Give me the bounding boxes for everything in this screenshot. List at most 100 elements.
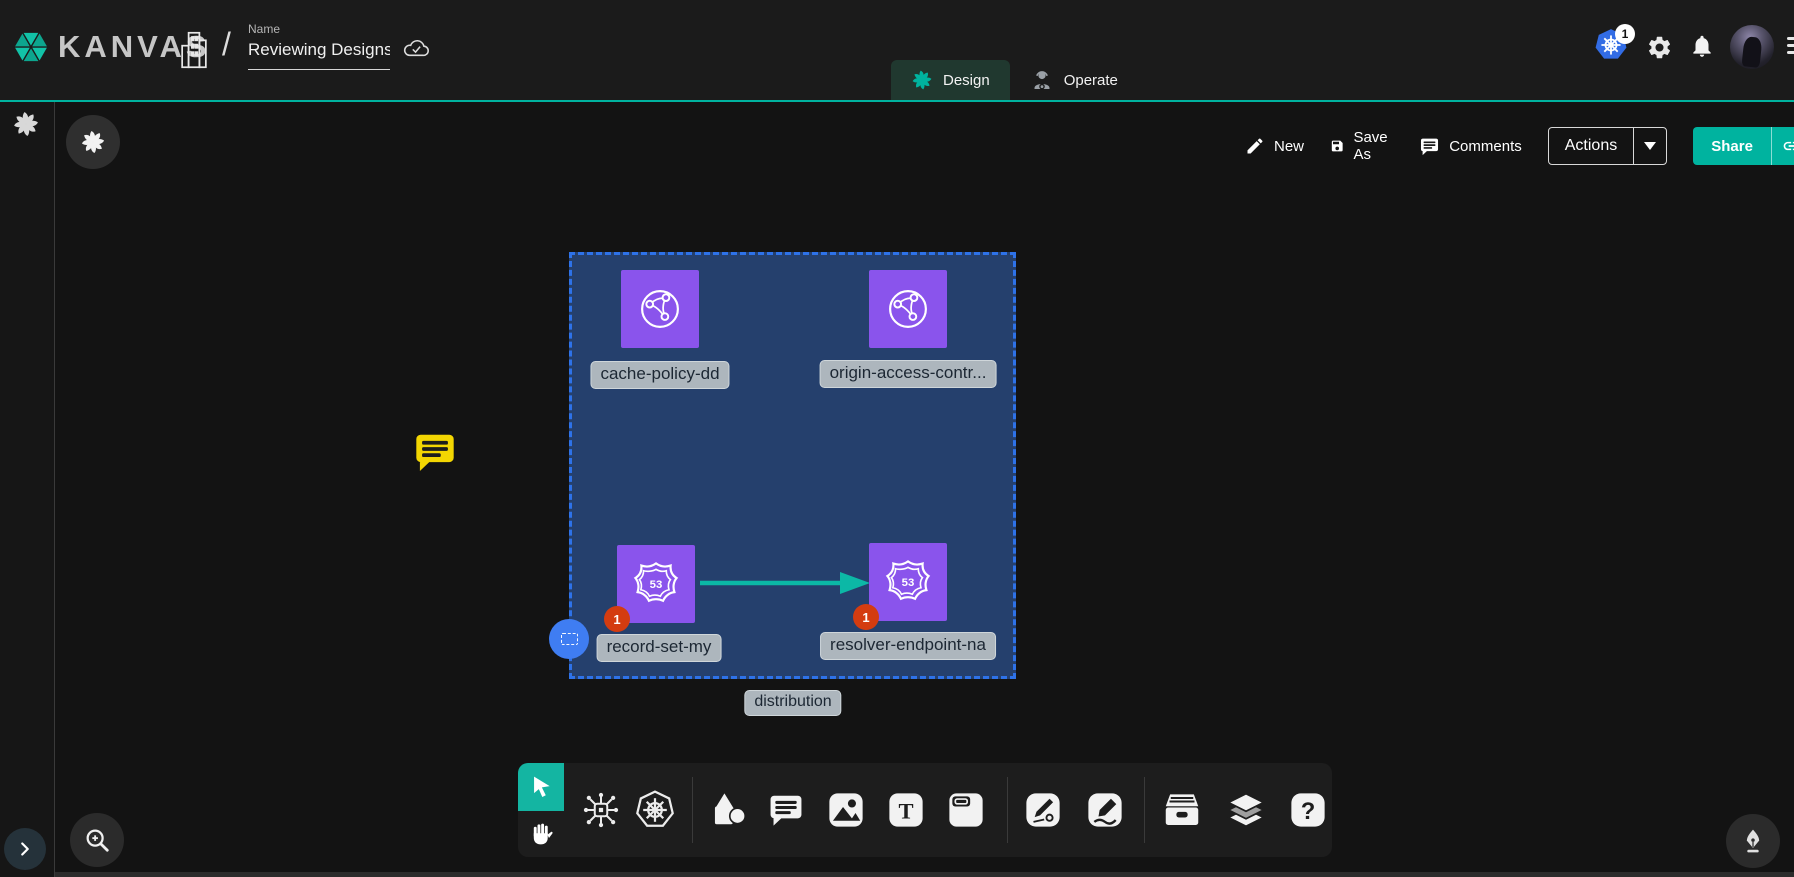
bell-icon[interactable] [1689,33,1715,64]
bottom-toolbar: T [518,763,1332,857]
pen-icon [1024,791,1062,829]
tab-design-label: Design [943,72,990,89]
save-icon [1330,136,1344,156]
shapes-tool[interactable] [705,787,751,833]
help-tool[interactable]: ? [1285,787,1331,833]
kubernetes-context-count-badge: 1 [1615,24,1635,44]
operator-icon [1030,68,1054,92]
question-mark-icon: ? [1289,791,1327,829]
component-mesh-tool[interactable] [578,787,624,833]
caret-down-icon[interactable] [1634,128,1666,164]
node-resolver-endpoint[interactable] [869,543,947,621]
cloudfront-globe-icon [882,283,934,335]
comment-pin-icon [412,428,458,476]
node-cache-policy[interactable] [621,270,699,348]
node-origin-access-control[interactable] [869,270,947,348]
svg-text:?: ? [1301,798,1316,825]
component-mesh-icon [581,790,621,830]
node-label-record-set[interactable]: record-set-my [597,634,722,662]
text-icon: T [887,791,925,829]
comments-button[interactable]: Comments [1419,136,1522,157]
image-icon [827,791,865,829]
comment-tool[interactable] [763,787,809,833]
zoom-in-button[interactable] [70,813,124,867]
design-pinwheel-icon [911,69,933,91]
breadcrumb-separator: / [222,26,231,63]
layers-icon [1226,790,1266,830]
select-tool[interactable] [518,763,564,811]
selection-handle-icon [561,633,578,645]
pen-tool[interactable] [1020,787,1066,833]
comment-pin[interactable] [412,428,458,481]
comment-icon [767,791,805,829]
sketch-tool[interactable] [1082,787,1128,833]
gear-icon[interactable] [1646,34,1673,66]
canvas-pinwheel-button[interactable] [66,115,120,169]
meshery-pinwheel-icon[interactable] [12,110,40,143]
comments-button-label: Comments [1449,138,1522,155]
drawer-icon [1162,790,1202,830]
cloud-sync-check-icon[interactable] [401,37,431,64]
mode-tabs: Design Operate [891,60,1138,100]
error-count-badge: 1 [853,604,879,630]
layers-tool[interactable] [1223,787,1269,833]
toolbar-divider [692,777,693,843]
design-name-input[interactable] [248,36,390,70]
route53-shield-icon [882,556,934,608]
tab-design[interactable]: Design [891,60,1010,100]
sketch-pencil-icon [1086,791,1124,829]
copy-link-icon[interactable] [1772,127,1794,165]
share-button[interactable]: Share [1693,127,1794,165]
new-button-label: New [1274,138,1304,155]
edge-record-set-to-resolver[interactable] [698,569,874,597]
pen-nib-icon [1739,827,1767,855]
saved-designs-drawer-tool[interactable] [1159,787,1205,833]
kanvas-logo-icon [12,27,50,67]
text-tool[interactable]: T [883,787,929,833]
organization-building-icon[interactable] [180,29,208,76]
sticky-frame-icon [947,791,985,829]
comment-icon [1419,136,1440,157]
image-tool[interactable] [823,787,869,833]
tab-operate-label: Operate [1064,72,1118,89]
app-root: KANVAS / Name [0,0,1794,877]
shapes-icon [709,791,747,829]
pointer-tools-column [518,763,564,857]
left-sidebar [0,102,55,877]
selection-handle[interactable] [549,619,589,659]
cloudfront-globe-icon [634,283,686,335]
pan-tool[interactable] [518,811,564,857]
tab-operate[interactable]: Operate [1010,60,1138,100]
node-record-set[interactable] [617,545,695,623]
name-field-label: Name [248,22,390,36]
kubernetes-tool[interactable] [632,787,678,833]
save-as-button[interactable]: Save As [1330,129,1393,163]
hand-icon [529,822,553,846]
group-label-distribution[interactable]: distribution [744,690,841,716]
node-label-resolver-endpoint[interactable]: resolver-endpoint-na [820,632,996,660]
save-as-button-label: Save As [1353,129,1393,163]
zoom-in-icon [83,826,111,854]
share-button-label: Share [1693,127,1771,165]
hamburger-menu-icon[interactable] [1787,37,1794,54]
route53-shield-icon [630,558,682,610]
sidebar-expand-button[interactable] [4,828,46,870]
error-count-badge: 1 [604,606,630,632]
cursor-arrow-icon [528,774,554,800]
avatar[interactable] [1730,25,1774,69]
chevron-right-icon [14,838,36,860]
svg-text:T: T [898,798,913,823]
actions-label: Actions [1549,128,1633,164]
top-bar: KANVAS / Name [0,0,1794,102]
node-label-origin-access-control[interactable]: origin-access-contr... [820,360,997,388]
new-button[interactable]: New [1245,136,1304,156]
node-label-cache-policy[interactable]: cache-policy-dd [590,361,729,389]
pencil-icon [1245,136,1265,156]
kubernetes-wheel-icon [634,789,676,831]
canvas-action-bar: New Save As Comments Actions Share [1245,127,1794,165]
bottom-edge-strip [0,872,1794,877]
toolbar-divider [1007,777,1008,843]
actions-dropdown-button[interactable]: Actions [1548,127,1667,165]
pen-mode-button[interactable] [1726,814,1780,868]
sticky-frame-tool[interactable] [943,787,989,833]
